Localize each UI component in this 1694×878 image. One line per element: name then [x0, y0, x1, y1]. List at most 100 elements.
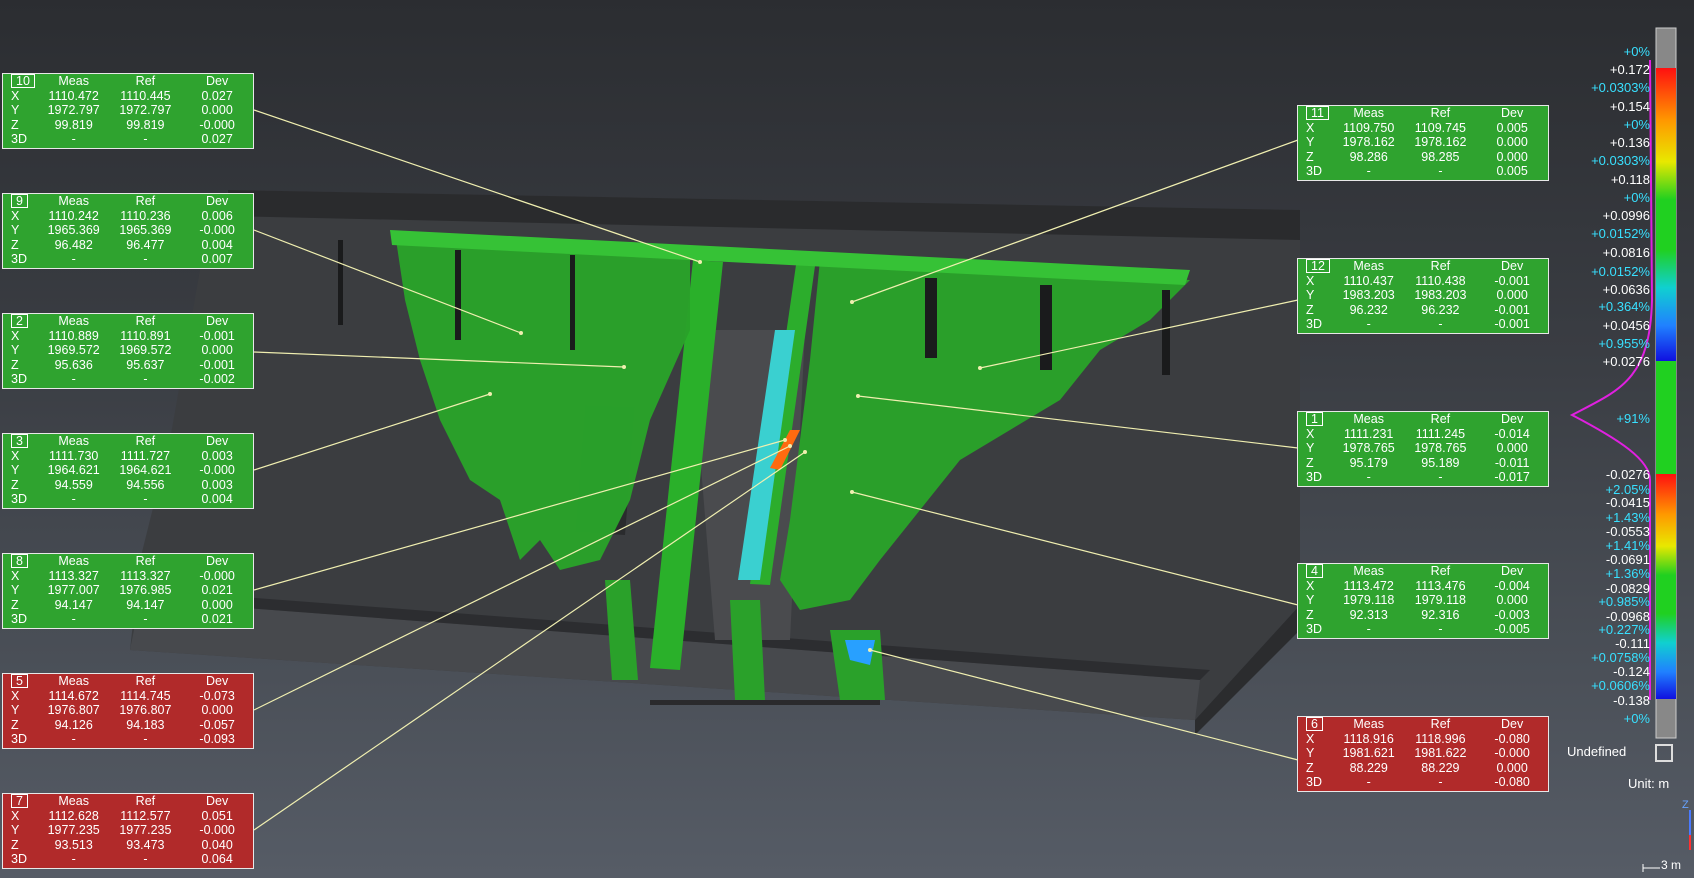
- callout-header: Meas: [58, 194, 89, 209]
- callout-id: 9: [11, 194, 28, 209]
- callout-value: 1114.745: [120, 688, 171, 703]
- callout-point-9[interactable]: 9 Meas Ref Dev X 1110.242 1110.236 0.006 Y 1965.3…: [2, 193, 254, 269]
- callout-value: 1110.438: [1415, 273, 1466, 288]
- callout-axis: X: [11, 568, 20, 583]
- callout-axis: 3D: [1306, 470, 1322, 485]
- callout-value: 1979.118: [1343, 593, 1395, 608]
- callout-row: 3D - - 0.005: [1298, 164, 1548, 179]
- callout-value: 1976.807: [119, 703, 172, 718]
- callout-point-7[interactable]: 7 Meas Ref Dev X 1112.628 1112.577 0.051 Y 1977.2…: [2, 793, 254, 869]
- callout-value: 96.482: [54, 237, 93, 252]
- callout-row: Y 1978.765 1978.765 0.000: [1298, 441, 1548, 456]
- callout-value: 0.007: [201, 252, 233, 267]
- callout-header: Dev: [206, 74, 229, 89]
- callout-value: 1977.235: [119, 823, 172, 838]
- callout-value: 1969.572: [119, 343, 172, 358]
- callout-value: -0.002: [199, 372, 235, 387]
- callout-value: 1981.621: [1342, 746, 1395, 761]
- callout-value: 1110.236: [120, 208, 171, 223]
- callout-value: -: [143, 132, 148, 147]
- callout-value: 1113.327: [120, 568, 171, 583]
- callout-point-5[interactable]: 5 Meas Ref Dev X 1114.672 1114.745 -0.073 Y 1976.…: [2, 673, 254, 749]
- callout-value: 1112.577: [120, 808, 171, 823]
- callout-point-11[interactable]: 11 Meas Ref Dev X 1109.750 1109.745 0.005 Y 1978.…: [1297, 105, 1549, 181]
- callout-row: Z 92.313 92.316 -0.003: [1298, 608, 1548, 623]
- scale-value-label: -0.0276: [1605, 467, 1650, 482]
- unit-label: Unit: m: [1628, 776, 1670, 791]
- callout-value: -: [1438, 470, 1443, 485]
- callout-header: Meas: [58, 674, 89, 689]
- callout-value: 1114.672: [48, 688, 99, 703]
- scale-value-label: -0.124: [1613, 664, 1650, 679]
- callout-axis: Y: [11, 703, 20, 718]
- callout-row: Y 1978.162 1978.162 0.000: [1298, 135, 1548, 150]
- callout-value: -0.001: [1494, 273, 1530, 288]
- callout-value: 0.021: [201, 583, 233, 598]
- callout-point-4[interactable]: 4 Meas Ref Dev X 1113.472 1113.476 -0.004 Y 1979.…: [1297, 563, 1549, 639]
- callout-value: 94.147: [126, 597, 165, 612]
- callout-axis: Z: [11, 837, 19, 852]
- callout-value: 1112.628: [48, 808, 99, 823]
- callout-value: 93.473: [126, 837, 165, 852]
- scale-value-label: +0.0456: [1602, 318, 1650, 333]
- callout-axis: Z: [1306, 149, 1314, 164]
- scale-percent-label: +0.0758%: [1591, 650, 1650, 665]
- callout-id: 11: [1306, 106, 1329, 121]
- callout-row: Y 1965.369 1965.369 -0.000: [3, 223, 253, 238]
- callout-value: -0.000: [199, 568, 235, 583]
- callout-axis: X: [1306, 578, 1315, 593]
- callout-row: Z 94.559 94.556 0.003: [3, 478, 253, 493]
- callout-value: 92.313: [1349, 607, 1388, 622]
- callout-value: 1981.622: [1414, 746, 1467, 761]
- callout-value: 1977.235: [47, 823, 100, 838]
- callout-value: -0.001: [1494, 302, 1530, 317]
- callout-value: 1969.572: [47, 343, 100, 358]
- callout-id: 7: [11, 794, 28, 809]
- callout-axis: Y: [11, 463, 20, 478]
- callout-value: 96.477: [126, 237, 165, 252]
- callout-axis: X: [11, 208, 20, 223]
- callout-value: 94.147: [54, 597, 93, 612]
- callout-row: X 1110.242 1110.236 0.006: [3, 209, 253, 224]
- callout-value: -: [1438, 317, 1443, 332]
- callout-axis: Y: [11, 823, 20, 838]
- callout-value: -0.004: [1494, 578, 1530, 593]
- undefined-checkbox[interactable]: [1655, 744, 1673, 762]
- callout-value: -0.000: [199, 463, 235, 478]
- callout-axis: Z: [11, 477, 19, 492]
- callout-row: 3D - - 0.007: [3, 252, 253, 267]
- callout-value: 0.000: [1496, 441, 1528, 456]
- callout-value: 1965.369: [119, 223, 172, 238]
- callout-axis: 3D: [11, 852, 27, 867]
- color-scale: [1655, 27, 1677, 739]
- callout-point-6[interactable]: 6 Meas Ref Dev X 1118.916 1118.996 -0.080 Y 1981.…: [1297, 716, 1549, 792]
- callout-row: 3D - - -0.017: [1298, 470, 1548, 485]
- callout-point-8[interactable]: 8 Meas Ref Dev X 1113.327 1113.327 -0.000 Y 1977.…: [2, 553, 254, 629]
- callout-value: 0.000: [1496, 593, 1528, 608]
- callout-id: 2: [11, 314, 28, 329]
- callout-point-1[interactable]: 1 Meas Ref Dev X 1111.231 1111.245 -0.014 Y 1978.…: [1297, 411, 1549, 487]
- callout-point-12[interactable]: 12 Meas Ref Dev X 1110.437 1110.438 -0.001 Y 1983…: [1297, 258, 1549, 334]
- callout-point-2[interactable]: 2 Meas Ref Dev X 1110.889 1110.891 -0.001 Y 1969.…: [2, 313, 254, 389]
- scale-percent-label: +0%: [1623, 44, 1650, 59]
- callout-row: 3D - - -0.093: [3, 732, 253, 747]
- callout-header: Meas: [1353, 259, 1384, 274]
- callout-value: 0.003: [201, 477, 233, 492]
- callout-value: 1110.891: [120, 328, 171, 343]
- callout-value: -: [71, 372, 76, 387]
- callout-point-10[interactable]: 10 Meas Ref Dev X 1110.472 1110.445 0.027 Y 1972.…: [2, 73, 254, 149]
- callout-axis: X: [11, 688, 20, 703]
- callout-row: Z 99.819 99.819 -0.000: [3, 118, 253, 133]
- scale-value-label: +0.0996: [1602, 208, 1650, 223]
- callout-header: Meas: [1353, 412, 1384, 427]
- scale-percent-label: +0%: [1623, 190, 1650, 205]
- callout-value: 98.285: [1421, 149, 1460, 164]
- callout-axis: 3D: [1306, 775, 1322, 790]
- callout-value: -0.014: [1494, 426, 1530, 441]
- scale-value-label: +0.0816: [1602, 245, 1650, 260]
- callout-value: 98.286: [1349, 149, 1388, 164]
- callout-value: -: [1366, 317, 1371, 332]
- callout-row: Z 94.147 94.147 0.000: [3, 598, 253, 613]
- callout-axis: Y: [1306, 746, 1315, 761]
- callout-point-3[interactable]: 3 Meas Ref Dev X 1111.730 1111.727 0.003 Y 1964.6…: [2, 433, 254, 509]
